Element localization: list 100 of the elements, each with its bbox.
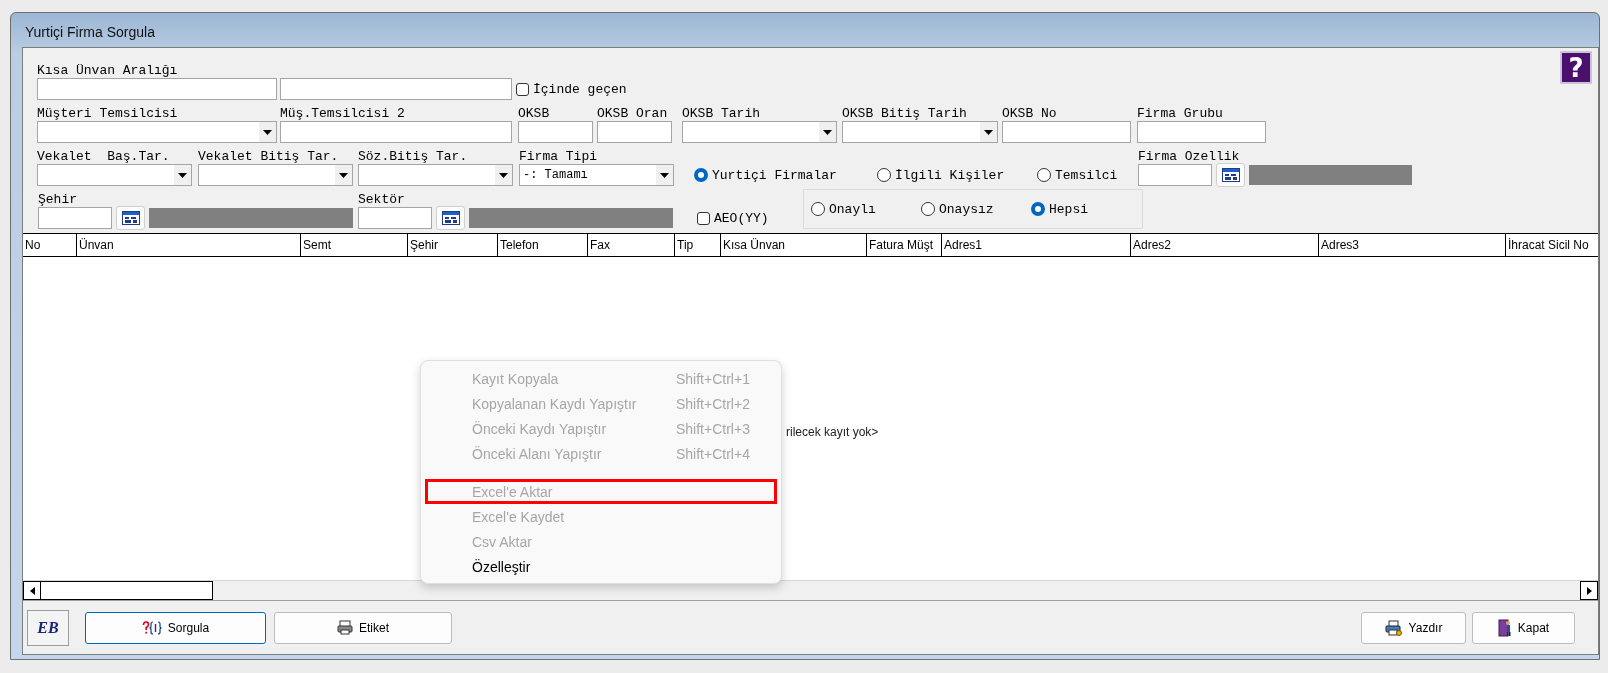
menu-item[interactable]: Özelleştir <box>425 554 777 579</box>
field-label: Firma Ozellik <box>1138 149 1241 164</box>
field-label: OKSB Oran <box>597 106 669 121</box>
shortcut-text: Shift+Ctrl+1 <box>676 370 750 387</box>
column-header[interactable]: Telefon <box>498 234 588 256</box>
printer-icon <box>337 620 353 635</box>
scroll-left-button[interactable] <box>23 581 41 600</box>
column-header[interactable]: Adres1 <box>942 234 1131 256</box>
lookup-button[interactable] <box>116 206 145 230</box>
shortcut-text: Shift+Ctrl+2 <box>676 395 750 412</box>
text-field[interactable] <box>280 78 512 100</box>
field-label: Söz.Bitiş Tar. <box>358 149 469 164</box>
lookup-button[interactable] <box>1216 163 1245 187</box>
list-window-icon <box>1221 168 1240 182</box>
radio-button[interactable] <box>921 202 935 216</box>
text-field[interactable] <box>280 121 512 143</box>
dropdown-field[interactable] <box>198 164 353 186</box>
column-header[interactable]: Adres3 <box>1319 234 1506 256</box>
menu-item-label: Kopyalanan Kaydı Yapıştır <box>472 395 638 412</box>
empty-table-message: rilecek kayıt yok> <box>786 425 879 439</box>
field-label: OKSB Tarih <box>682 106 761 121</box>
column-header[interactable]: Kısa Ünvan <box>721 234 867 256</box>
column-header[interactable]: Fax <box>588 234 675 256</box>
checkbox-label: AEO(YY) <box>714 210 769 226</box>
text-field[interactable] <box>37 78 277 100</box>
action-button[interactable]: Sorgula <box>85 611 266 644</box>
dropdown-arrow-icon <box>178 172 187 178</box>
menu-item-label: Excel'e Aktar <box>472 483 554 500</box>
column-header[interactable]: Semt <box>301 234 408 256</box>
column-header[interactable]: Ünvan <box>77 234 301 256</box>
field-label: OKSB No <box>1002 106 1058 121</box>
menu-item-label: Kayıt Kopyala <box>472 370 560 387</box>
text-field[interactable] <box>1002 121 1131 143</box>
column-header[interactable]: No <box>23 234 77 256</box>
radio-label: Temsilci <box>1055 167 1118 183</box>
column-header[interactable]: Tip <box>675 234 721 256</box>
radio-label: İlgili Kişiler <box>895 167 1005 183</box>
lookup-button[interactable] <box>436 206 465 230</box>
left-arrow-icon <box>29 586 35 595</box>
scrollbar-thumb[interactable] <box>41 581 213 600</box>
dropdown-arrow-icon <box>823 129 832 135</box>
radio-label: Onaysız <box>939 201 994 217</box>
dropdown-arrow-icon <box>263 129 272 135</box>
field-label: Müş.Temsilcisi 2 <box>280 106 406 121</box>
logo-button[interactable]: EB <box>27 609 69 646</box>
dropdown-field[interactable] <box>842 121 998 143</box>
checkbox[interactable] <box>697 211 710 225</box>
radio-button[interactable] <box>811 202 825 216</box>
radio-button[interactable] <box>877 168 891 182</box>
text-field[interactable] <box>597 121 672 143</box>
text-field[interactable] <box>518 121 593 143</box>
field-label: OKSB <box>518 106 551 121</box>
checkbox-label: İçinde geçen <box>533 81 627 97</box>
radio-button[interactable] <box>1031 202 1045 216</box>
scroll-right-button[interactable] <box>1580 581 1598 600</box>
column-header[interactable]: Fatura Müşt <box>867 234 942 256</box>
list-window-icon <box>121 211 140 225</box>
printer-icon <box>1384 619 1403 636</box>
dropdown-arrow-icon <box>660 172 669 178</box>
window-title: Yurtiçi Firma Sorgula <box>24 23 156 42</box>
field-label: Sektör <box>358 192 406 207</box>
checkbox[interactable] <box>516 82 529 96</box>
field-label: Şehir <box>38 192 78 207</box>
dropdown-field[interactable]: -: Tamamı <box>519 164 674 186</box>
right-arrow-icon <box>1586 586 1592 595</box>
menu-item-label: Önceki Alanı Yapıştır <box>472 445 603 462</box>
menu-item-label: Önceki Kaydı Yapıştır <box>472 420 608 437</box>
text-field[interactable] <box>1137 121 1266 143</box>
field-label: Müşteri Temsilcisi <box>37 106 179 121</box>
field-label: Kısa Ünvan Aralığı <box>37 63 179 78</box>
radio-label: Onaylı <box>829 201 876 217</box>
radio-label: Yurtiçi Firmalar <box>712 167 837 183</box>
dropdown-arrow-icon <box>984 129 993 135</box>
action-button[interactable]: Kapat <box>1472 611 1575 644</box>
field-label: Vekalet Baş.Tar. <box>37 149 171 164</box>
dropdown-field[interactable] <box>37 121 277 143</box>
query-icon <box>141 620 162 635</box>
column-header[interactable]: Şehir <box>408 234 498 256</box>
column-header[interactable]: İhracat Sicil No <box>1506 234 1598 256</box>
dropdown-field[interactable] <box>37 164 192 186</box>
dropdown-field[interactable] <box>682 121 837 143</box>
door-person-icon <box>1497 618 1512 637</box>
action-button[interactable]: Etiket <box>274 611 452 644</box>
radio-button[interactable] <box>1037 168 1051 182</box>
menu-item-label: Özelleştir <box>472 558 532 575</box>
shortcut-text: Shift+Ctrl+4 <box>676 445 750 462</box>
text-field[interactable] <box>1138 164 1212 186</box>
text-field[interactable] <box>38 207 112 229</box>
field-label: Firma Grubu <box>1137 106 1224 121</box>
action-button[interactable]: Yazdır <box>1361 611 1466 644</box>
menu-item-label: Csv Aktar <box>472 533 533 550</box>
field-label: OKSB Bitiş Tarih <box>842 106 968 121</box>
help-button[interactable]: ? <box>1560 51 1592 84</box>
text-field[interactable] <box>358 207 432 229</box>
dropdown-arrow-icon <box>339 172 348 178</box>
column-header[interactable]: Adres2 <box>1131 234 1319 256</box>
radio-button[interactable] <box>694 168 708 182</box>
list-window-icon <box>441 211 460 225</box>
dropdown-field[interactable] <box>358 164 513 186</box>
field-label: Vekalet Bitiş Tar. <box>198 149 340 164</box>
